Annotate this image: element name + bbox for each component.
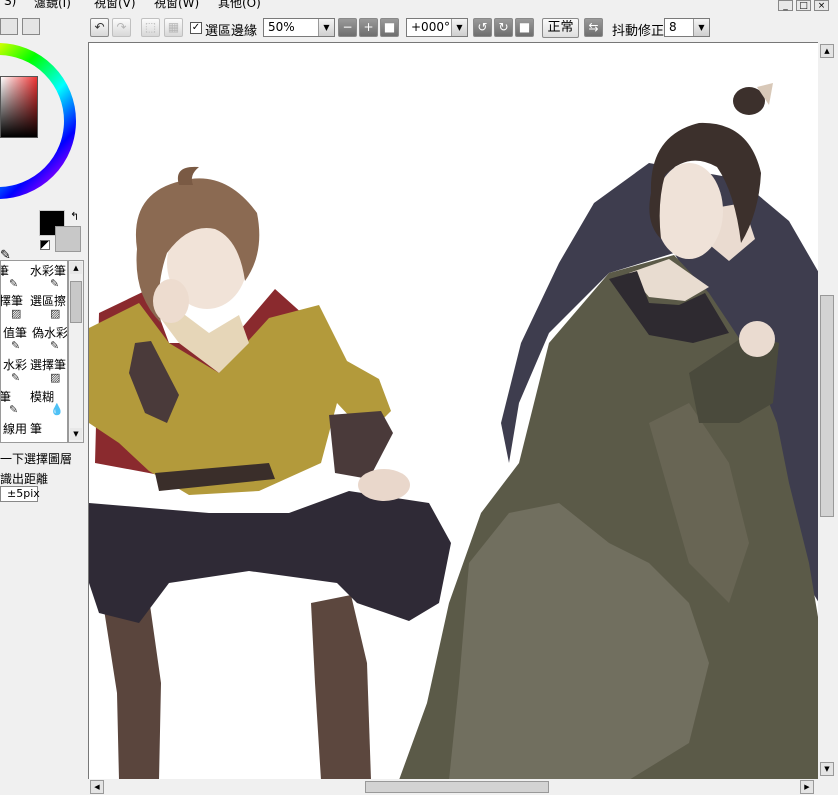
rotation-select[interactable]: +000° ▼ — [406, 18, 468, 37]
horizontal-scroll-thumb[interactable] — [365, 781, 549, 793]
pseudo-watercolor-icon: ✎ — [50, 339, 60, 352]
brush-icon: ✎ — [9, 277, 19, 290]
scroll-up-icon[interactable]: ▲ — [70, 262, 82, 274]
minimize-button[interactable]: _ — [778, 0, 793, 11]
tool-item[interactable]: 筆 — [30, 419, 64, 442]
tool-item-watercolor[interactable]: 水彩筆 ✎ — [30, 261, 66, 294]
canvas-illustration — [89, 83, 818, 779]
zoom-value: 50% — [268, 20, 295, 34]
panel-toggle-button[interactable] — [0, 18, 18, 35]
deselect-icon[interactable]: ⬚ — [141, 18, 160, 37]
stabilizer-value: 8 — [669, 20, 677, 34]
watercolor-icon: ✎ — [11, 371, 21, 384]
blend-mode-button[interactable]: 正常 — [542, 18, 579, 38]
menu-bar: S) 濾鏡(I) 視窗(V) 視窗(W) 其他(O) _ □ × — [0, 0, 838, 12]
zoom-in-icon[interactable]: + — [359, 18, 378, 37]
chevron-down-icon: ▼ — [693, 19, 709, 36]
pen-icon: ✎ — [9, 403, 19, 416]
zoom-select[interactable]: 50% ▼ — [263, 18, 335, 37]
reset-colors-icon[interactable] — [40, 240, 50, 250]
flip-icon[interactable]: ⇆ — [584, 18, 603, 37]
menu-item-others[interactable]: 其他(O) — [218, 0, 261, 11]
chevron-down-icon: ▼ — [318, 19, 334, 36]
select-pen-icon: ▨ — [11, 307, 22, 320]
blur-icon: 💧 — [50, 403, 64, 416]
invert-icon[interactable]: ▦ — [164, 18, 183, 37]
rotate-reset-icon[interactable]: ■ — [515, 18, 534, 37]
selection-edge-checkbox[interactable]: ✓ — [190, 22, 202, 34]
toolbar: ↶ ↷ ⬚ ▦ ✓ 選區邊緣 50% ▼ − + ■ +000° ▼ ↺ ↻ ■… — [88, 14, 838, 42]
distance-field[interactable]: ±5pix — [0, 486, 40, 502]
scroll-right-icon[interactable]: ▶ — [800, 780, 814, 794]
scroll-left-icon[interactable]: ◀ — [90, 780, 104, 794]
tool-item-select-eraser[interactable]: 選區擦 ▨ — [30, 291, 66, 324]
close-button[interactable]: × — [814, 0, 829, 11]
redo-icon[interactable]: ↷ — [112, 18, 131, 37]
tool-item-blur[interactable]: 模糊 💧 — [30, 387, 64, 420]
menu-item-view[interactable]: 視窗(V) — [94, 0, 136, 11]
stabilizer-select[interactable]: 8 ▼ — [664, 18, 710, 37]
menu-item-filter[interactable]: 濾鏡(I) — [34, 0, 71, 11]
left-panel: ✎ ↰ 筆 ✎ 水彩筆 ✎ 擇筆 ▨ 選區擦 ▨ 值筆 ✎ 偽水彩 ✎ 水彩 — [0, 14, 88, 795]
horizontal-scrollbar[interactable]: ◀ ▶ — [88, 779, 818, 795]
vertical-scrollbar[interactable]: ▲ ▼ — [818, 42, 838, 779]
scroll-down-icon[interactable]: ▼ — [820, 762, 834, 776]
background-color-swatch[interactable] — [55, 226, 81, 252]
color-square[interactable] — [0, 76, 38, 138]
rotate-left-icon[interactable]: ↺ — [473, 18, 492, 37]
tool-item-pseudo-watercolor[interactable]: 偽水彩 ✎ — [30, 323, 67, 356]
select-pen-icon: ▨ — [50, 371, 61, 384]
drawing-canvas[interactable] — [88, 42, 818, 779]
vertical-scroll-thumb[interactable] — [820, 295, 834, 517]
rotation-value: +000° — [411, 20, 450, 34]
pen-icon: ✎ — [11, 339, 21, 352]
select-layer-label: 一下選擇圖層 — [0, 452, 73, 466]
zoom-reset-icon[interactable]: ■ — [380, 18, 399, 37]
menu-item-prev[interactable]: S) — [4, 0, 16, 8]
select-eraser-icon: ▨ — [50, 307, 61, 320]
tool-list-scrollbar[interactable]: ▲ ▼ — [68, 260, 84, 443]
zoom-out-icon[interactable]: − — [338, 18, 357, 37]
scroll-down-icon[interactable]: ▼ — [70, 428, 82, 440]
scroll-up-icon[interactable]: ▲ — [820, 44, 834, 58]
stabilizer-label: 抖動修正 — [612, 24, 665, 39]
scroll-thumb[interactable] — [70, 281, 82, 323]
watercolor-icon: ✎ — [50, 277, 60, 290]
selection-edge-label: 選區邊緣 — [205, 24, 258, 39]
panel-view-button[interactable] — [22, 18, 40, 35]
undo-icon[interactable]: ↶ — [90, 18, 109, 37]
swap-colors-icon[interactable]: ↰ — [70, 210, 79, 223]
distance-label: 識出距離 — [0, 472, 49, 486]
tool-item-select-pen[interactable]: 選擇筆 ▨ — [30, 355, 66, 388]
menu-item-window[interactable]: 視窗(W) — [154, 0, 199, 11]
tool-list: 筆 ✎ 水彩筆 ✎ 擇筆 ▨ 選區擦 ▨ 值筆 ✎ 偽水彩 ✎ 水彩 ✎ 選擇筆 — [0, 260, 68, 443]
rotate-right-icon[interactable]: ↻ — [494, 18, 513, 37]
chevron-down-icon: ▼ — [451, 19, 467, 36]
maximize-button[interactable]: □ — [796, 0, 811, 11]
